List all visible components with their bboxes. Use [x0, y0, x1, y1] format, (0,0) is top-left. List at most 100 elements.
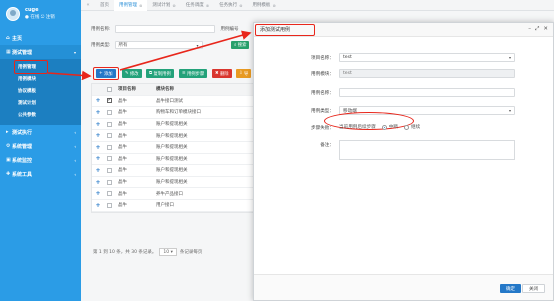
case-type-row: 用例类型: 所有 ▾ [91, 41, 203, 49]
row-checkbox[interactable] [106, 202, 112, 208]
row-checkbox[interactable] [106, 121, 112, 127]
export-button[interactable]: ⇩ 导 [236, 69, 252, 78]
sidebar-item-system-monitor[interactable]: ▣ 系统监控 ‹ [0, 153, 81, 167]
table-row[interactable]: + 晶牛 账户和提现相关 [92, 165, 265, 177]
sidebar-item-system-tools[interactable]: ✚ 系统工具 ‹ [0, 167, 81, 181]
sidebar-item-system-management[interactable]: ⚙ 系统管理 ‹ [0, 139, 81, 153]
copy-case-button[interactable]: ⧉ 复制用例 [146, 69, 174, 78]
table-row[interactable]: + 晶牛 晶牛接口测试 [92, 96, 265, 108]
tab-case-management[interactable]: 用例管理 ⊗ [114, 0, 148, 11]
close-icon[interactable]: ⊗ [172, 3, 175, 8]
row-checkbox[interactable] [106, 179, 112, 185]
radio-stop[interactable]: 中断 [381, 124, 398, 130]
tab-task-execution[interactable]: 任务执行 ⊗ [214, 0, 247, 11]
sidebar-item-home[interactable]: ⌂ 主页 [0, 31, 81, 45]
cell-project: 晶牛 [118, 203, 127, 209]
close-icon[interactable]: ✕ [543, 26, 548, 33]
tab-test-plan[interactable]: 测试计划 ⊗ [147, 0, 180, 11]
expand-icon[interactable]: + [92, 155, 104, 162]
close-icon[interactable]: ⊗ [272, 3, 275, 8]
cell-project: 晶牛 [118, 180, 127, 186]
expand-icon[interactable]: + [92, 132, 104, 139]
sidebar-subitem-protocol-template[interactable]: 协议模板 [0, 85, 81, 97]
search-button[interactable]: ⌕ 搜索 [231, 41, 250, 49]
cell-module: 账户和提现相关 [156, 133, 188, 139]
cell-module: 养牛产品接口 [156, 191, 183, 197]
maximize-icon[interactable]: ⤢ [535, 26, 539, 33]
case-type-label: 用例类型： [311, 109, 334, 114]
case-name-field[interactable] [339, 88, 515, 97]
chevron-left-icon: ‹ [74, 171, 76, 177]
expand-icon[interactable]: + [92, 121, 104, 128]
expand-icon[interactable]: + [92, 202, 104, 209]
table-row[interactable]: + 晶牛 账户和提现相关 [92, 142, 265, 154]
row-checkbox[interactable] [106, 167, 112, 173]
column-header-project[interactable]: 项目名称 [114, 86, 152, 92]
sidebar-item-label: 系统管理 [12, 143, 33, 150]
case-name-input[interactable] [114, 25, 215, 33]
case-name-label: 用例名称: [91, 27, 111, 32]
radio-continue[interactable]: 继续 [403, 124, 421, 130]
minimize-icon[interactable]: – [528, 26, 531, 33]
tab-home[interactable]: 首页 [95, 0, 114, 11]
row-checkbox[interactable] [106, 97, 112, 104]
select-all-checkbox[interactable] [106, 86, 112, 92]
radio-stop-label: 中断 [388, 125, 398, 130]
close-icon[interactable]: ⊗ [206, 3, 209, 8]
table-row[interactable]: + 晶牛 购物车和订单模块接口 [92, 107, 265, 119]
page-size-select[interactable]: 10 ▾ [159, 248, 177, 256]
sidebar-subitem-test-plan[interactable]: 测试计划 [0, 97, 81, 109]
row-checkbox[interactable] [106, 156, 112, 162]
sidebar-item-test-execution[interactable]: ▸ 测试执行 ‹ [0, 125, 81, 139]
table-row[interactable]: + 晶牛 用户接口 [92, 200, 265, 212]
table-row[interactable]: + 晶牛 账户和提现相关 [92, 130, 265, 142]
avatar[interactable] [6, 6, 20, 21]
column-header-module[interactable]: 模块名称 [152, 86, 265, 92]
edit-button[interactable]: ✎ 修改 [122, 69, 142, 78]
case-type-value: 所有 [118, 43, 128, 48]
confirm-button[interactable]: 确定 [500, 284, 521, 293]
expand-icon[interactable]: + [92, 97, 104, 104]
project-select[interactable]: test ▾ [339, 53, 515, 62]
case-steps-button[interactable]: ≡ 用例步骤 [179, 69, 208, 78]
dialog-body: 项目名称： test ▾ 用例模块： test 用例名称： 用例类型： 移动端 … [254, 37, 553, 275]
double-chevron-left-icon[interactable]: « [81, 2, 95, 8]
close-icon[interactable]: ⊗ [139, 3, 142, 8]
expand-icon[interactable]: + [92, 190, 104, 197]
table-row[interactable]: + 晶牛 账户和提现相关 [92, 119, 265, 131]
close-button[interactable]: 关闭 [522, 284, 545, 293]
cell-project: 晶牛 [118, 145, 127, 151]
remark-textarea[interactable] [339, 140, 515, 160]
step-fail-label: 步骤失败： [311, 126, 334, 131]
expand-icon[interactable]: + [92, 167, 104, 174]
cell-project: 晶牛 [118, 98, 127, 104]
row-checkbox[interactable] [106, 191, 112, 197]
sidebar-subitem-public-params[interactable]: 公共参数 [0, 109, 81, 121]
row-checkbox[interactable] [106, 109, 112, 115]
tab-task-schedule[interactable]: 任务调度 ⊗ [181, 0, 214, 11]
case-type-select[interactable]: 所有 ▾ [114, 41, 203, 49]
cell-project: 晶牛 [118, 156, 127, 162]
expand-icon[interactable]: + [92, 109, 104, 116]
radio-stop-dot[interactable] [381, 124, 387, 130]
user-status[interactable]: ● 在线 ⎋ 注销 [25, 14, 55, 21]
row-checkbox[interactable] [106, 133, 112, 139]
radio-continue-dot[interactable] [403, 124, 409, 130]
table-row[interactable]: + 晶牛 养牛产品接口 [92, 188, 265, 200]
close-icon[interactable]: ⊗ [239, 3, 242, 8]
chevron-down-icon: ▾ [508, 108, 511, 113]
tab-label: 首页 [100, 3, 109, 8]
tab-case-template[interactable]: 用例模板 ⊗ [247, 0, 280, 11]
expand-icon[interactable]: + [92, 179, 104, 186]
table-row[interactable]: + 晶牛 账户和提现相关 [92, 154, 265, 166]
cell-module: 账户和提现相关 [156, 168, 188, 174]
case-name-row: 用例名称: 用例编号 [91, 25, 239, 33]
sidebar-subitem-case-module[interactable]: 用例模块 [0, 73, 81, 85]
radio-continue-label: 继续 [410, 125, 421, 130]
expand-icon[interactable]: + [92, 144, 104, 151]
delete-button[interactable]: ✖ 删除 [212, 69, 232, 78]
sidebar-item-test-management[interactable]: ▦ 测试管理 ▾ [0, 45, 81, 59]
row-checkbox[interactable] [106, 144, 112, 150]
table-row[interactable]: + 晶牛 账户和提现相关 [92, 177, 265, 189]
cell-project: 晶牛 [118, 191, 127, 197]
